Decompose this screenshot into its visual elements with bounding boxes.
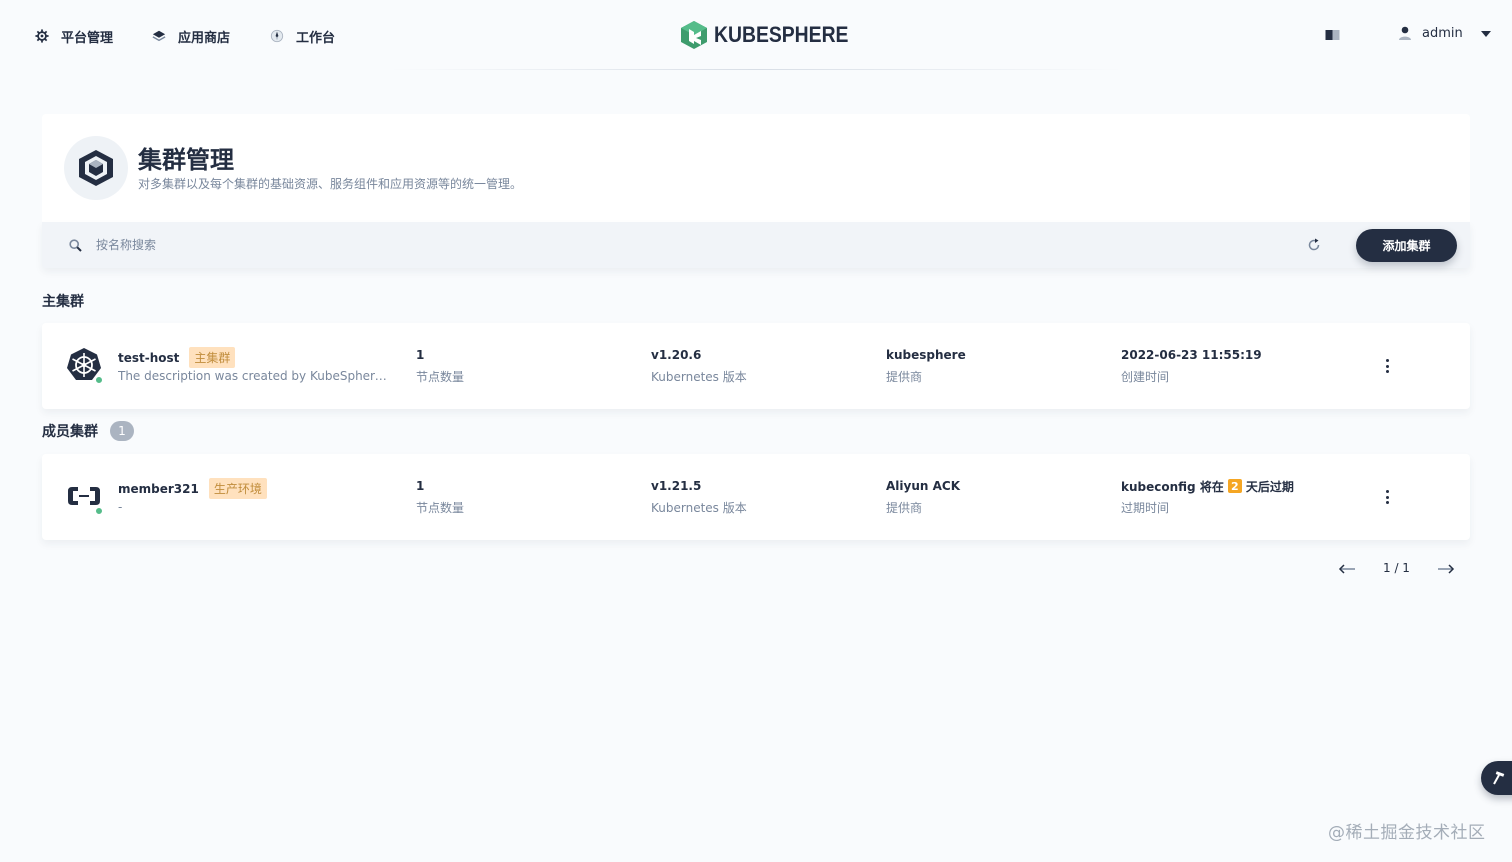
layers-icon: [152, 30, 166, 42]
stat-created-time: 2022-06-23 11:55:19 创建时间: [1121, 347, 1262, 385]
nav-platform-management[interactable]: 平台管理: [35, 26, 113, 46]
user-icon: [1399, 26, 1411, 40]
expire-value: kubeconfig 将在 2 天后过期: [1121, 478, 1294, 494]
member-section-label: 成员集群: [42, 424, 98, 440]
cluster-name[interactable]: member321 生产环境: [118, 478, 267, 499]
page-description: 对多集群以及每个集群的基础资源、服务组件和应用资源等的统一管理。: [138, 177, 523, 191]
search-input[interactable]: [96, 234, 1246, 256]
member-count-badge: 1: [110, 421, 134, 441]
gear-icon: [35, 29, 49, 43]
book-icon[interactable]: [1325, 29, 1340, 41]
user-menu[interactable]: admin: [1398, 26, 1491, 41]
nodes-label: 节点数量: [416, 370, 465, 384]
add-cluster-button[interactable]: 添加集群: [1356, 229, 1457, 262]
expire-days-badge: 2: [1227, 479, 1242, 493]
cluster-name[interactable]: test-host 主集群: [118, 347, 236, 368]
provider-label: 提供商: [886, 501, 923, 515]
host-section-label: 主集群: [42, 294, 84, 310]
cluster-card-host[interactable]: test-host 主集群 The description was create…: [42, 323, 1470, 409]
cube-icon: [79, 150, 113, 186]
search-icon: [69, 239, 82, 252]
status-indicator: [94, 375, 104, 385]
version-label: Kubernetes 版本: [651, 370, 747, 384]
more-icon[interactable]: [1379, 488, 1395, 506]
provider-value: kubesphere: [886, 348, 966, 362]
username: admin: [1422, 26, 1463, 41]
arrow-right-icon[interactable]: [1437, 560, 1455, 578]
nav-workbench-label: 工作台: [296, 30, 336, 46]
caret-down-icon: [1480, 30, 1491, 37]
kubesphere-logo[interactable]: KUBESPHERE: [680, 20, 867, 50]
page-indicator: 1 / 1: [1383, 561, 1410, 575]
provider-label: 提供商: [886, 370, 923, 384]
provider-value: Aliyun ACK: [886, 479, 960, 493]
more-icon[interactable]: [1379, 357, 1395, 375]
cluster-tag: 主集群: [189, 347, 236, 368]
nodes-value: 1: [416, 348, 425, 362]
stat-version: v1.20.6 Kubernetes 版本: [651, 347, 747, 385]
compass-icon: [270, 29, 284, 43]
expire-label: 过期时间: [1121, 501, 1170, 515]
cluster-name-text: member321: [118, 481, 199, 496]
version-label: Kubernetes 版本: [651, 501, 747, 515]
expire-suffix: 天后过期: [1245, 479, 1294, 494]
member-cluster-section-title: 成员集群 1: [42, 421, 134, 441]
stat-version: v1.21.5 Kubernetes 版本: [651, 478, 747, 516]
banner-avatar: [64, 136, 128, 200]
status-indicator: [94, 506, 104, 516]
logo-text: KUBESPHERE: [714, 22, 849, 47]
stat-expire-time: kubeconfig 将在 2 天后过期 过期时间: [1121, 478, 1294, 516]
host-cluster-section-title: 主集群: [42, 291, 84, 311]
version-value: v1.20.6: [651, 348, 702, 362]
created-time-value: 2022-06-23 11:55:19: [1121, 348, 1262, 362]
cluster-card-member[interactable]: member321 生产环境 - 1 节点数量 v1.21.5 Kubernet…: [42, 454, 1470, 540]
watermark: @稀土掘金技术社区: [1328, 823, 1486, 843]
cluster-name-text: test-host: [118, 350, 180, 365]
toolbox-button[interactable]: [1481, 761, 1512, 795]
stat-provider: kubesphere 提供商: [886, 347, 966, 385]
nav-platform-label: 平台管理: [61, 30, 114, 46]
top-navigation: 平台管理 应用商店 工作台 KUBESPHERE admin: [0, 0, 1512, 70]
expire-prefix: kubeconfig 将在: [1121, 479, 1224, 494]
cluster-tag: 生产环境: [208, 478, 267, 499]
nodes-value: 1: [416, 479, 425, 493]
nav-workbench[interactable]: 工作台: [270, 26, 335, 46]
cluster-description: The description was created by KubeSpher…: [118, 369, 394, 383]
created-time-label: 创建时间: [1121, 370, 1170, 384]
nodes-label: 节点数量: [416, 501, 465, 515]
cluster-management-banner: 集群管理 对多集群以及每个集群的基础资源、服务组件和应用资源等的统一管理。: [42, 114, 1470, 222]
page-title: 集群管理: [138, 146, 234, 174]
refresh-icon[interactable]: [1307, 238, 1321, 252]
version-value: v1.21.5: [651, 479, 702, 493]
stat-nodes: 1 节点数量: [416, 478, 464, 516]
nav-app-store[interactable]: 应用商店: [152, 26, 230, 46]
nav-appstore-label: 应用商店: [178, 30, 231, 46]
nav-divider: [390, 69, 1122, 70]
kubesphere-logo-icon: [681, 21, 707, 49]
stat-provider: Aliyun ACK 提供商: [886, 478, 960, 516]
stat-nodes: 1 节点数量: [416, 347, 464, 385]
search-toolbar: 添加集群: [42, 222, 1470, 268]
arrow-left-icon[interactable]: [1338, 560, 1356, 578]
hammer-icon: [1493, 771, 1505, 785]
cluster-description: -: [118, 500, 123, 514]
